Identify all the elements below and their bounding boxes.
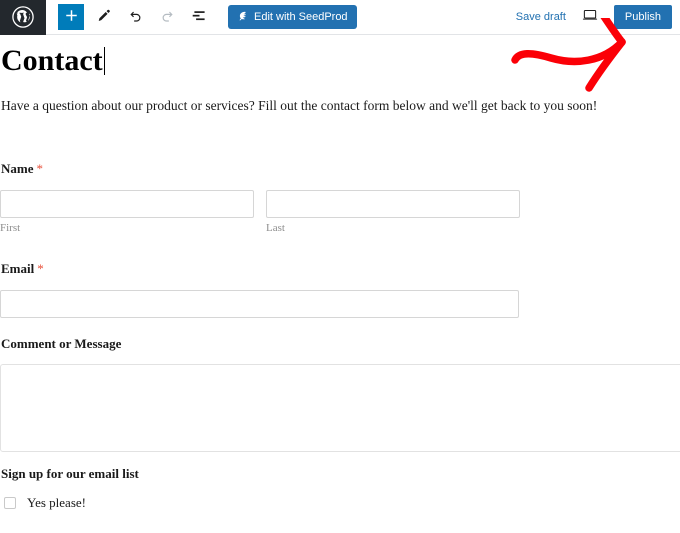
name-label: Name * [1, 161, 680, 177]
name-last-input[interactable] [266, 190, 520, 218]
undo-arrow-icon [127, 7, 144, 27]
name-first-input[interactable] [0, 190, 254, 218]
email-field-group: Email * [0, 261, 680, 318]
name-inputs-row: First Last [0, 190, 680, 234]
undo-button[interactable] [122, 4, 148, 30]
page-title-text: Contact [1, 44, 103, 77]
name-last-wrapper: Last [266, 190, 520, 234]
monitor-preview-icon [581, 6, 599, 29]
newsletter-checkbox[interactable] [4, 497, 16, 509]
newsletter-checkbox-row: Yes please! [0, 495, 680, 511]
wordpress-logo-icon [12, 6, 34, 28]
message-field-group: Comment or Message [0, 336, 680, 452]
edit-tool-button[interactable] [90, 4, 116, 30]
publish-button[interactable]: Publish [613, 5, 672, 29]
newsletter-checkbox-label: Yes please! [27, 495, 86, 510]
edit-with-seedprod-button[interactable]: Edit with SeedProd [228, 5, 357, 29]
text-caret [103, 47, 105, 75]
name-label-text: Name [1, 161, 34, 176]
editor-canvas: Contact Have a question about our produc… [0, 35, 680, 533]
plus-icon [64, 8, 79, 26]
list-view-button[interactable] [186, 4, 212, 30]
email-input[interactable] [0, 290, 519, 318]
name-last-sublabel: Last [266, 222, 285, 234]
page-title[interactable]: Contact [0, 44, 105, 79]
intro-paragraph[interactable]: Have a question about our product or ser… [1, 97, 680, 115]
redo-button[interactable] [154, 4, 180, 30]
name-field-group: Name * First Last [0, 161, 680, 234]
name-first-sublabel: First [0, 222, 21, 234]
preview-button[interactable] [578, 5, 602, 29]
edit-with-seedprod-label: Edit with SeedProd [254, 11, 348, 23]
name-first-wrapper: First [0, 190, 254, 234]
seedprod-leaf-icon [236, 10, 248, 25]
pencil-icon [95, 7, 112, 27]
toolbar-right-group: Save draft Publish [516, 0, 680, 35]
editor-top-toolbar: Edit with SeedProd Save draft Publish [0, 0, 680, 35]
required-marker: * [36, 161, 44, 176]
required-marker: * [37, 261, 44, 276]
message-label: Comment or Message [1, 336, 122, 351]
save-draft-link[interactable]: Save draft [516, 11, 566, 23]
message-textarea[interactable] [0, 364, 680, 452]
wordpress-logo-button[interactable] [0, 0, 46, 35]
email-label: Email * [1, 261, 680, 277]
list-view-icon [191, 7, 208, 27]
add-block-button[interactable] [58, 4, 84, 30]
toolbar-left-group: Edit with SeedProd [46, 0, 357, 35]
newsletter-label: Sign up for our email list [1, 466, 139, 481]
email-label-text: Email [1, 261, 35, 276]
redo-arrow-icon [159, 7, 176, 27]
newsletter-field-group: Sign up for our email list Yes please! [0, 466, 680, 511]
